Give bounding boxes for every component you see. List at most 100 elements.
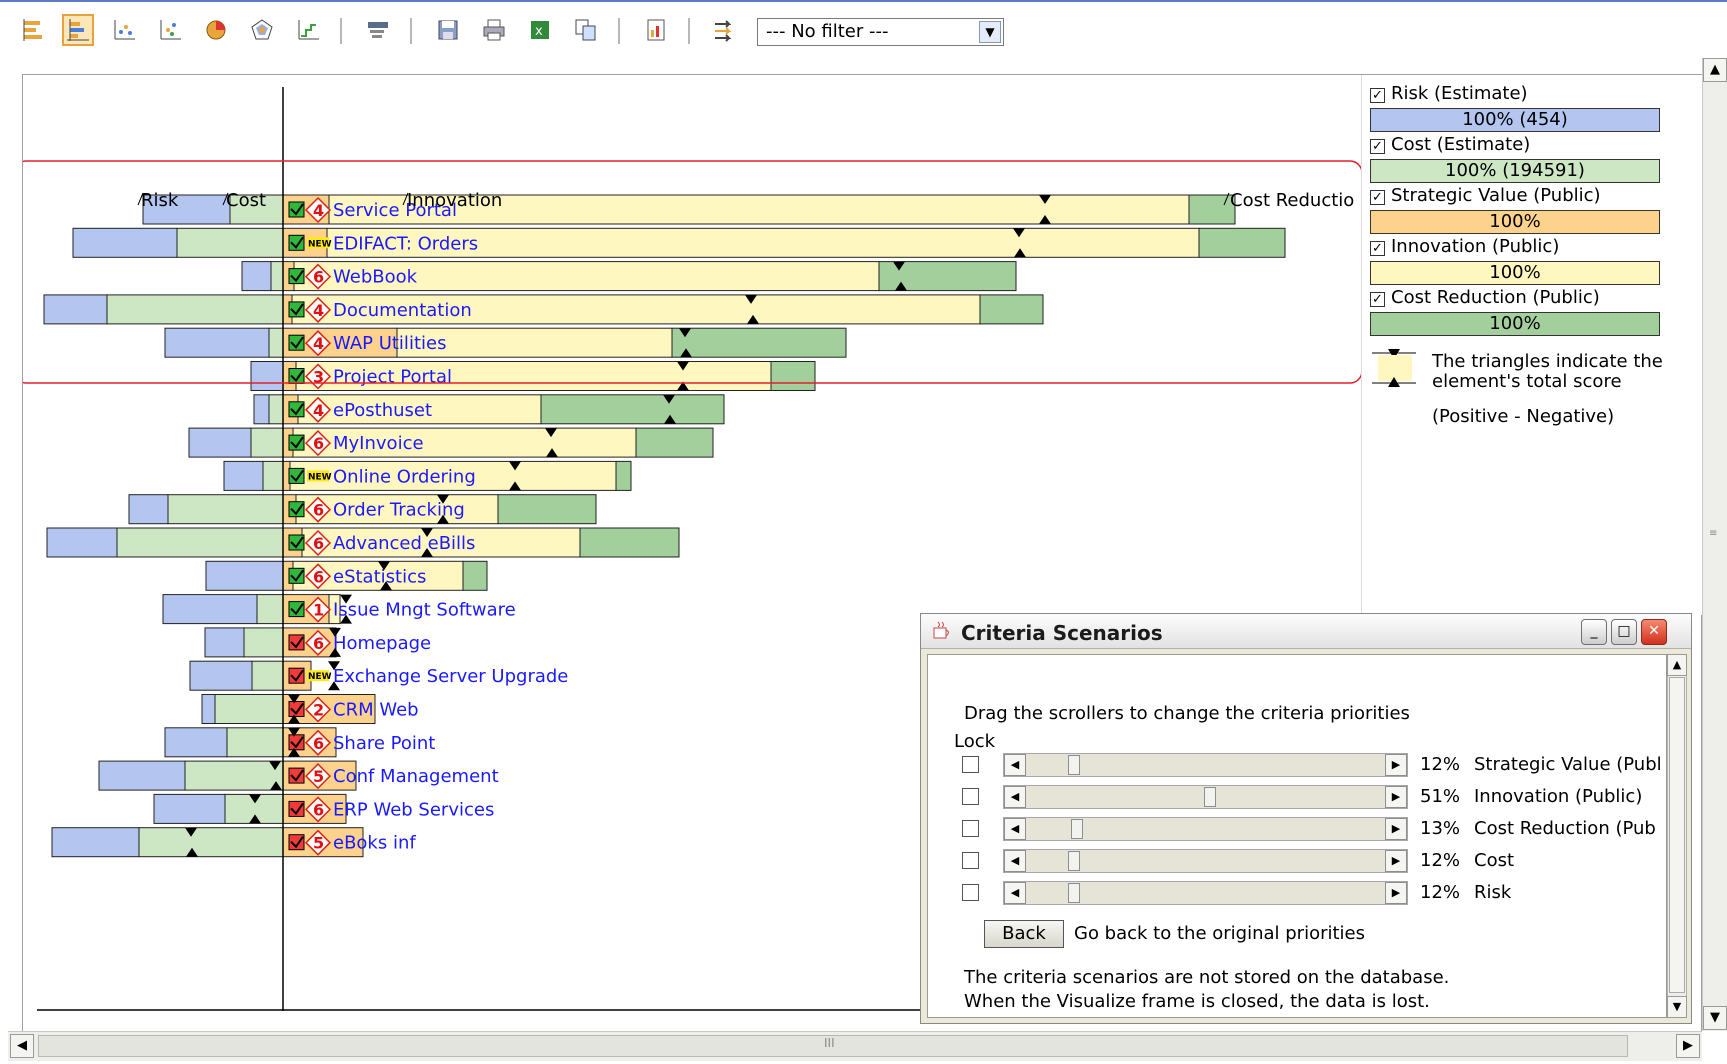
row-link[interactable]: eBoks inf xyxy=(333,833,416,854)
step-chart-icon[interactable] xyxy=(292,14,324,46)
slider-left-icon[interactable]: ◀ xyxy=(1004,818,1026,840)
legend-item[interactable]: ✓ Strategic Value (Public) xyxy=(1370,185,1601,206)
row-checkbox[interactable] xyxy=(288,534,305,551)
back-button[interactable]: Back xyxy=(984,920,1064,948)
filter-select[interactable]: --- No filter --- ▼ xyxy=(757,18,1004,46)
save-icon[interactable] xyxy=(432,14,464,46)
row-checkbox[interactable] xyxy=(288,601,305,618)
legend-checkbox[interactable]: ✓ xyxy=(1370,88,1385,103)
slider-right-icon[interactable]: ▶ xyxy=(1385,754,1407,776)
scroll-up-icon[interactable]: ▲ xyxy=(1667,654,1687,676)
legend-checkbox[interactable]: ✓ xyxy=(1370,292,1385,307)
row-checkbox[interactable] xyxy=(288,701,305,717)
scatter-alt-icon[interactable] xyxy=(154,14,186,46)
row-checkbox[interactable] xyxy=(288,634,305,651)
row-checkbox[interactable] xyxy=(288,800,305,817)
scatter-view-icon[interactable] xyxy=(108,14,140,46)
slider-thumb[interactable] xyxy=(1067,755,1080,775)
lock-checkbox[interactable] xyxy=(962,884,979,901)
slider-right-icon[interactable]: ▶ xyxy=(1385,850,1407,872)
slider-thumb[interactable] xyxy=(1067,851,1080,871)
legend-item[interactable]: ✓ Innovation (Public) xyxy=(1370,236,1559,257)
lock-checkbox[interactable] xyxy=(962,756,979,773)
scroll-left-icon[interactable]: ◀ xyxy=(10,1034,34,1058)
slider-left-icon[interactable]: ◀ xyxy=(1004,850,1026,872)
row-checkbox[interactable] xyxy=(288,467,305,484)
slider-left-icon[interactable]: ◀ xyxy=(1004,786,1026,808)
row-link[interactable]: WAP Utilities xyxy=(333,333,446,354)
row-link[interactable]: Documentation xyxy=(333,300,472,321)
scroll-grip-icon[interactable]: ≡ xyxy=(1709,528,1717,539)
row-link[interactable]: Order Tracking xyxy=(333,500,465,521)
priority-slider[interactable]: ◀ ▶ xyxy=(1003,785,1408,809)
row-checkbox[interactable] xyxy=(288,334,305,351)
row-link[interactable]: ERP Web Services xyxy=(333,799,494,820)
radar-view-icon[interactable] xyxy=(246,14,278,46)
report-icon[interactable] xyxy=(640,14,672,46)
priority-slider[interactable]: ◀ ▶ xyxy=(1003,817,1408,841)
priority-slider[interactable]: ◀ ▶ xyxy=(1003,849,1408,873)
row-link[interactable]: Homepage xyxy=(333,633,431,654)
scroll-down-icon[interactable]: ▼ xyxy=(1667,996,1687,1018)
row-link[interactable]: Issue Mngt Software xyxy=(333,600,516,621)
row-checkbox[interactable] xyxy=(288,401,305,418)
row-link[interactable]: EDIFACT: Orders xyxy=(333,233,478,254)
scroll-up-icon[interactable]: ▲ xyxy=(1703,58,1727,82)
slider-right-icon[interactable]: ▶ xyxy=(1385,786,1407,808)
print-icon[interactable] xyxy=(478,14,510,46)
legend-checkbox[interactable]: ✓ xyxy=(1370,190,1385,205)
row-link[interactable]: Project Portal xyxy=(333,367,452,388)
row-checkbox[interactable] xyxy=(288,368,305,384)
row-checkbox[interactable] xyxy=(288,234,305,251)
scroll-right-icon[interactable]: ▶ xyxy=(1676,1034,1700,1058)
row-checkbox[interactable] xyxy=(288,268,305,285)
lock-checkbox[interactable] xyxy=(962,820,979,837)
legend-checkbox[interactable]: ✓ xyxy=(1370,139,1385,154)
scenarios-icon[interactable] xyxy=(708,14,740,46)
slider-thumb[interactable] xyxy=(1071,819,1084,839)
row-checkbox[interactable] xyxy=(288,734,305,751)
row-checkbox[interactable] xyxy=(288,767,305,784)
row-checkbox[interactable] xyxy=(288,201,305,218)
row-checkbox[interactable] xyxy=(288,434,305,451)
lock-checkbox[interactable] xyxy=(962,852,979,869)
slider-thumb[interactable] xyxy=(1203,787,1216,807)
vertical-scrollbar[interactable]: ▲ ≡ ▼ xyxy=(1702,58,1727,1031)
row-link[interactable]: eStatistics xyxy=(333,566,426,587)
copy-icon[interactable] xyxy=(570,14,602,46)
maximize-icon[interactable]: □ xyxy=(1611,619,1637,645)
slider-right-icon[interactable]: ▶ xyxy=(1385,818,1407,840)
horizontal-scrollbar[interactable]: ◀ III ▶ xyxy=(8,1031,1702,1061)
row-link[interactable]: ePosthuset xyxy=(333,400,432,421)
close-icon[interactable]: ✕ xyxy=(1641,619,1667,645)
row-checkbox[interactable] xyxy=(288,567,305,584)
row-checkbox[interactable] xyxy=(288,501,305,518)
row-link[interactable]: Share Point xyxy=(333,733,435,754)
row-link[interactable]: Advanced eBills xyxy=(333,533,475,554)
legend-checkbox[interactable]: ✓ xyxy=(1370,241,1385,256)
filter-settings-icon[interactable] xyxy=(362,14,394,46)
priority-slider[interactable]: ◀ ▶ xyxy=(1003,753,1408,777)
chevron-down-icon[interactable]: ▼ xyxy=(979,21,1001,43)
row-checkbox[interactable] xyxy=(288,834,305,851)
gantt-view-icon[interactable] xyxy=(18,14,50,46)
legend-item[interactable]: ✓ Risk (Estimate) xyxy=(1370,83,1528,104)
row-link[interactable]: Online Ordering xyxy=(333,466,476,487)
row-link[interactable]: Conf Management xyxy=(333,766,499,787)
row-checkbox[interactable] xyxy=(288,667,305,684)
row-link[interactable]: CRM Web xyxy=(333,700,419,721)
dialog-titlebar[interactable]: Criteria Scenarios _ □ ✕ xyxy=(921,614,1691,649)
row-link[interactable]: Exchange Server Upgrade xyxy=(333,666,568,687)
dialog-scrollbar[interactable]: ▲ ▼ xyxy=(1667,654,1687,1018)
priority-slider[interactable]: ◀ ▶ xyxy=(1003,881,1408,905)
scroll-down-icon[interactable]: ▼ xyxy=(1703,1006,1727,1030)
slider-right-icon[interactable]: ▶ xyxy=(1385,882,1407,904)
slider-thumb[interactable] xyxy=(1067,883,1080,903)
legend-item[interactable]: ✓ Cost (Estimate) xyxy=(1370,134,1530,155)
row-link[interactable]: WebBook xyxy=(333,267,418,288)
row-link[interactable]: MyInvoice xyxy=(333,433,424,454)
row-checkbox[interactable] xyxy=(288,301,305,318)
slider-left-icon[interactable]: ◀ xyxy=(1004,882,1026,904)
legend-item[interactable]: ✓ Cost Reduction (Public) xyxy=(1370,287,1600,308)
minimize-icon[interactable]: _ xyxy=(1581,619,1607,645)
